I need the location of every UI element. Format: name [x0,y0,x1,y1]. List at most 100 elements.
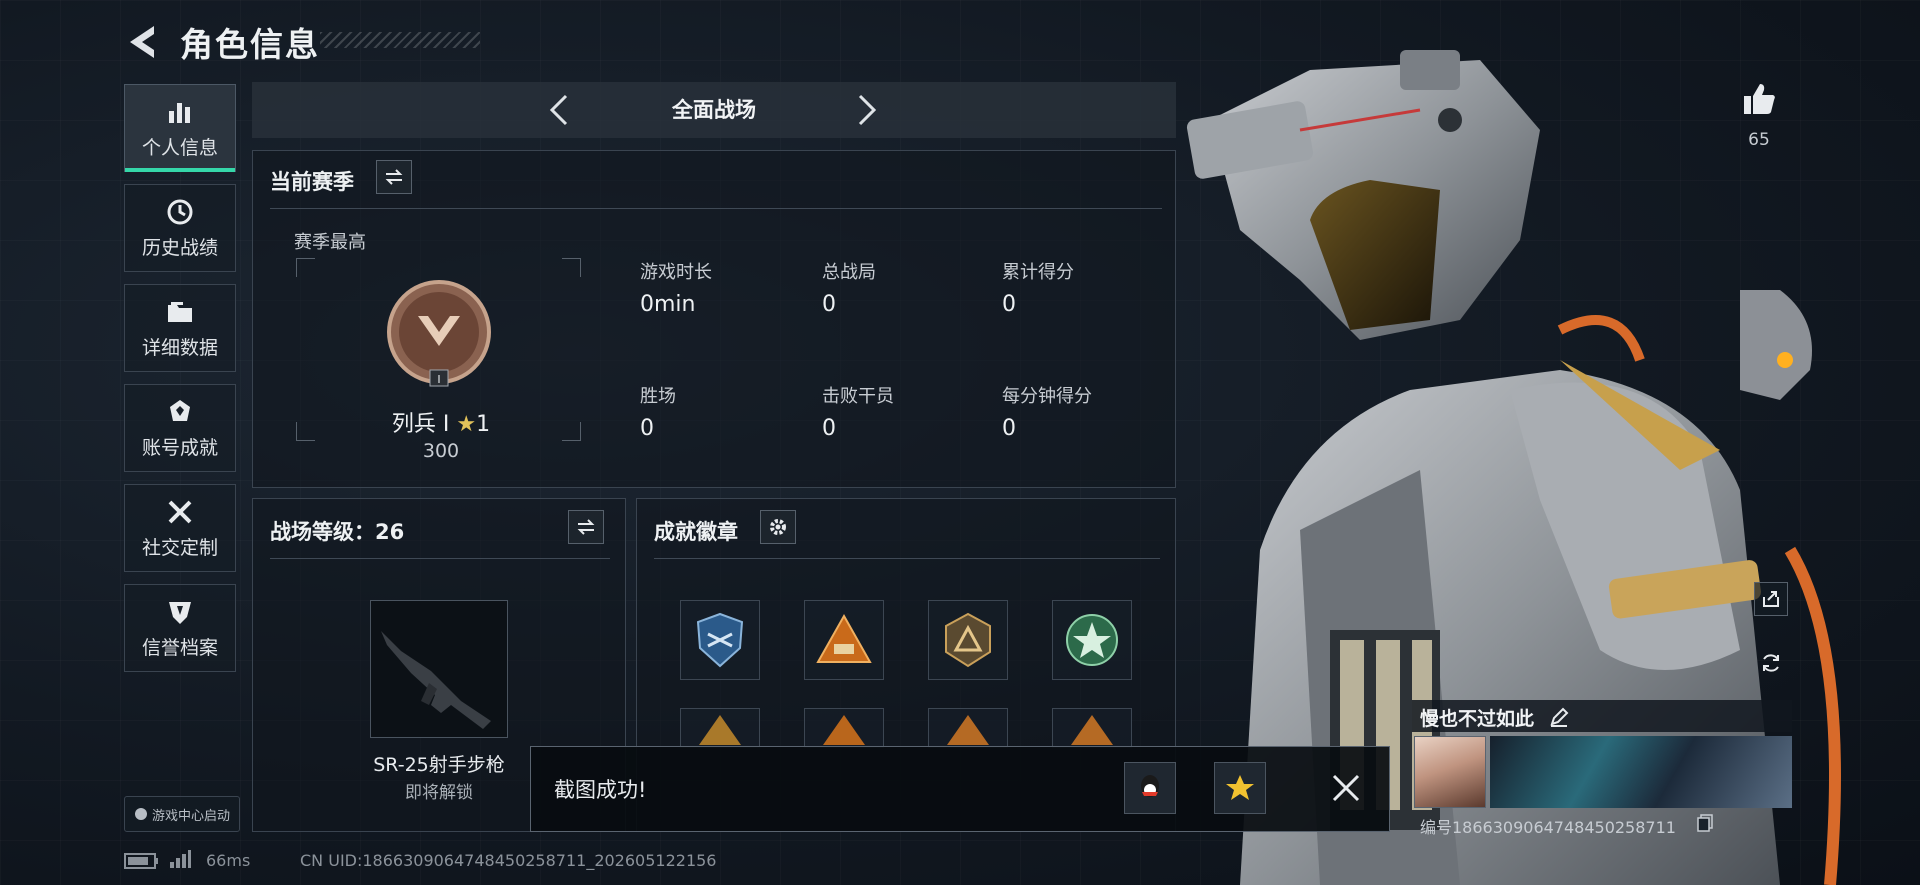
stat-kills-value: 0 [822,416,836,441]
gamecenter-label: 游戏中心启动 [151,808,230,824]
frame-corner [296,258,315,277]
copy-icon[interactable] [1696,814,1714,832]
weapon-thumbnail[interactable] [370,600,508,738]
triangle-badge-icon [699,715,741,745]
rank-stars: 1 [476,412,491,437]
badge-settings-button[interactable] [760,510,796,544]
divider [270,558,610,559]
player-name: 慢也不过如此 [1420,708,1535,730]
nav-label: 历史战绩 [141,236,218,259]
season-best-label: 赛季最高 [294,232,366,253]
achievement-icon [170,399,190,421]
swap-icon [577,519,595,535]
nav-label: 账号成就 [141,436,218,459]
share-icon [1763,591,1779,607]
stat-total-matches-label: 总战局 [822,262,876,283]
credit-shield-icon [169,601,191,624]
nav-item-social-custom[interactable]: 社交定制 [124,484,236,572]
nav-label: 社交定制 [141,536,218,559]
battery-icon [124,853,158,869]
badge-slot[interactable] [804,600,884,680]
nav-item-history[interactable]: 历史战绩 [124,184,236,272]
rank-name-row: 列兵 I ★1 [376,406,506,438]
nav-label: 个人信息 [141,136,218,159]
nav-label: 信誉档案 [141,636,218,659]
ping-value: 66ms [206,851,251,870]
rank-emblem-icon: I [387,280,491,387]
signal-icon [170,850,191,868]
avatar[interactable] [1414,736,1486,808]
triangle-badge-icon [823,715,865,745]
close-icon[interactable] [1328,770,1364,806]
gear-icon [770,519,786,535]
player-banner [1490,736,1792,808]
stat-score-per-min-label: 每分钟得分 [1002,386,1092,407]
swap-icon [385,169,403,185]
folder-icon [168,301,192,322]
triangle-badge-icon [816,613,872,663]
stat-kills-label: 击败干员 [822,386,894,407]
season-switch-button[interactable] [376,160,412,194]
rank-points: 300 [422,440,460,462]
rank-tier-mark: I [437,373,440,386]
tools-icon [168,500,192,523]
badge-slot[interactable] [680,600,760,680]
page-title: 角色信息 [180,25,320,64]
season-title: 当前赛季 [270,170,354,194]
refresh-button[interactable] [1754,646,1788,680]
clock-icon [167,199,193,224]
star-icon: ★ [456,412,477,437]
badge-slot[interactable] [928,708,1008,748]
stat-wins-label: 胜场 [640,386,676,407]
stat-score-per-min-value: 0 [1002,416,1016,441]
qzone-star-icon [1226,775,1254,800]
qq-icon [1141,775,1159,797]
player-id: 编号1866309064748450258711 [1420,818,1676,837]
share-qzone-button[interactable] [1214,762,1266,814]
star-badge-icon [1066,614,1118,666]
frame-corner [562,258,581,277]
hex-badge-icon [945,612,991,668]
frame-corner [296,422,315,441]
achievements-title: 成就徽章 [654,520,738,544]
badge-slot[interactable] [928,600,1008,680]
frame-corner [562,422,581,441]
mode-title: 全面战场 [672,98,756,122]
nav-item-detailed-data[interactable]: 详细数据 [124,284,236,372]
rifle-icon [381,631,491,729]
nav-item-personal-info[interactable]: 个人信息 [124,84,236,172]
badge-slot[interactable] [804,708,884,748]
triangle-badge-icon [1071,715,1113,745]
badge-slot[interactable] [1052,600,1132,680]
qq-icon [134,808,147,820]
stat-total-score-value: 0 [1002,292,1016,317]
back-arrow-icon[interactable] [124,22,164,62]
badge-slot[interactable] [680,708,760,748]
thumbs-up-icon[interactable] [1740,80,1778,118]
divider [654,558,1160,559]
badge-slot[interactable] [1052,708,1132,748]
rank-name: 列兵 I [391,412,450,437]
title-decoration [320,32,480,48]
uid-text: CN UID:1866309064748450258711_2026051221… [300,851,717,870]
divider [270,208,1162,209]
share-qq-button[interactable] [1124,762,1176,814]
toast-message: 截图成功! [554,778,647,802]
stat-wins-value: 0 [640,416,654,441]
triangle-badge-icon [947,715,989,745]
level-switch-button[interactable] [568,510,604,544]
stat-playtime-value: 0min [640,292,696,317]
nav-label: 详细数据 [141,336,218,359]
edit-pencil-icon[interactable] [1548,706,1570,728]
stat-total-matches-value: 0 [822,292,836,317]
battlefield-level-title: 战场等级：26 [270,520,405,544]
bar-chart-icon [169,102,190,123]
refresh-icon [1763,654,1779,672]
gamecenter-launch-button[interactable]: 游戏中心启动 [124,796,240,832]
chevron-right-icon[interactable] [846,90,886,130]
share-button[interactable] [1754,582,1788,616]
shield-badge-icon [696,612,744,668]
nav-item-credit[interactable]: 信誉档案 [124,584,236,672]
nav-item-achievements[interactable]: 账号成就 [124,384,236,472]
like-count: 65 [1748,130,1770,150]
